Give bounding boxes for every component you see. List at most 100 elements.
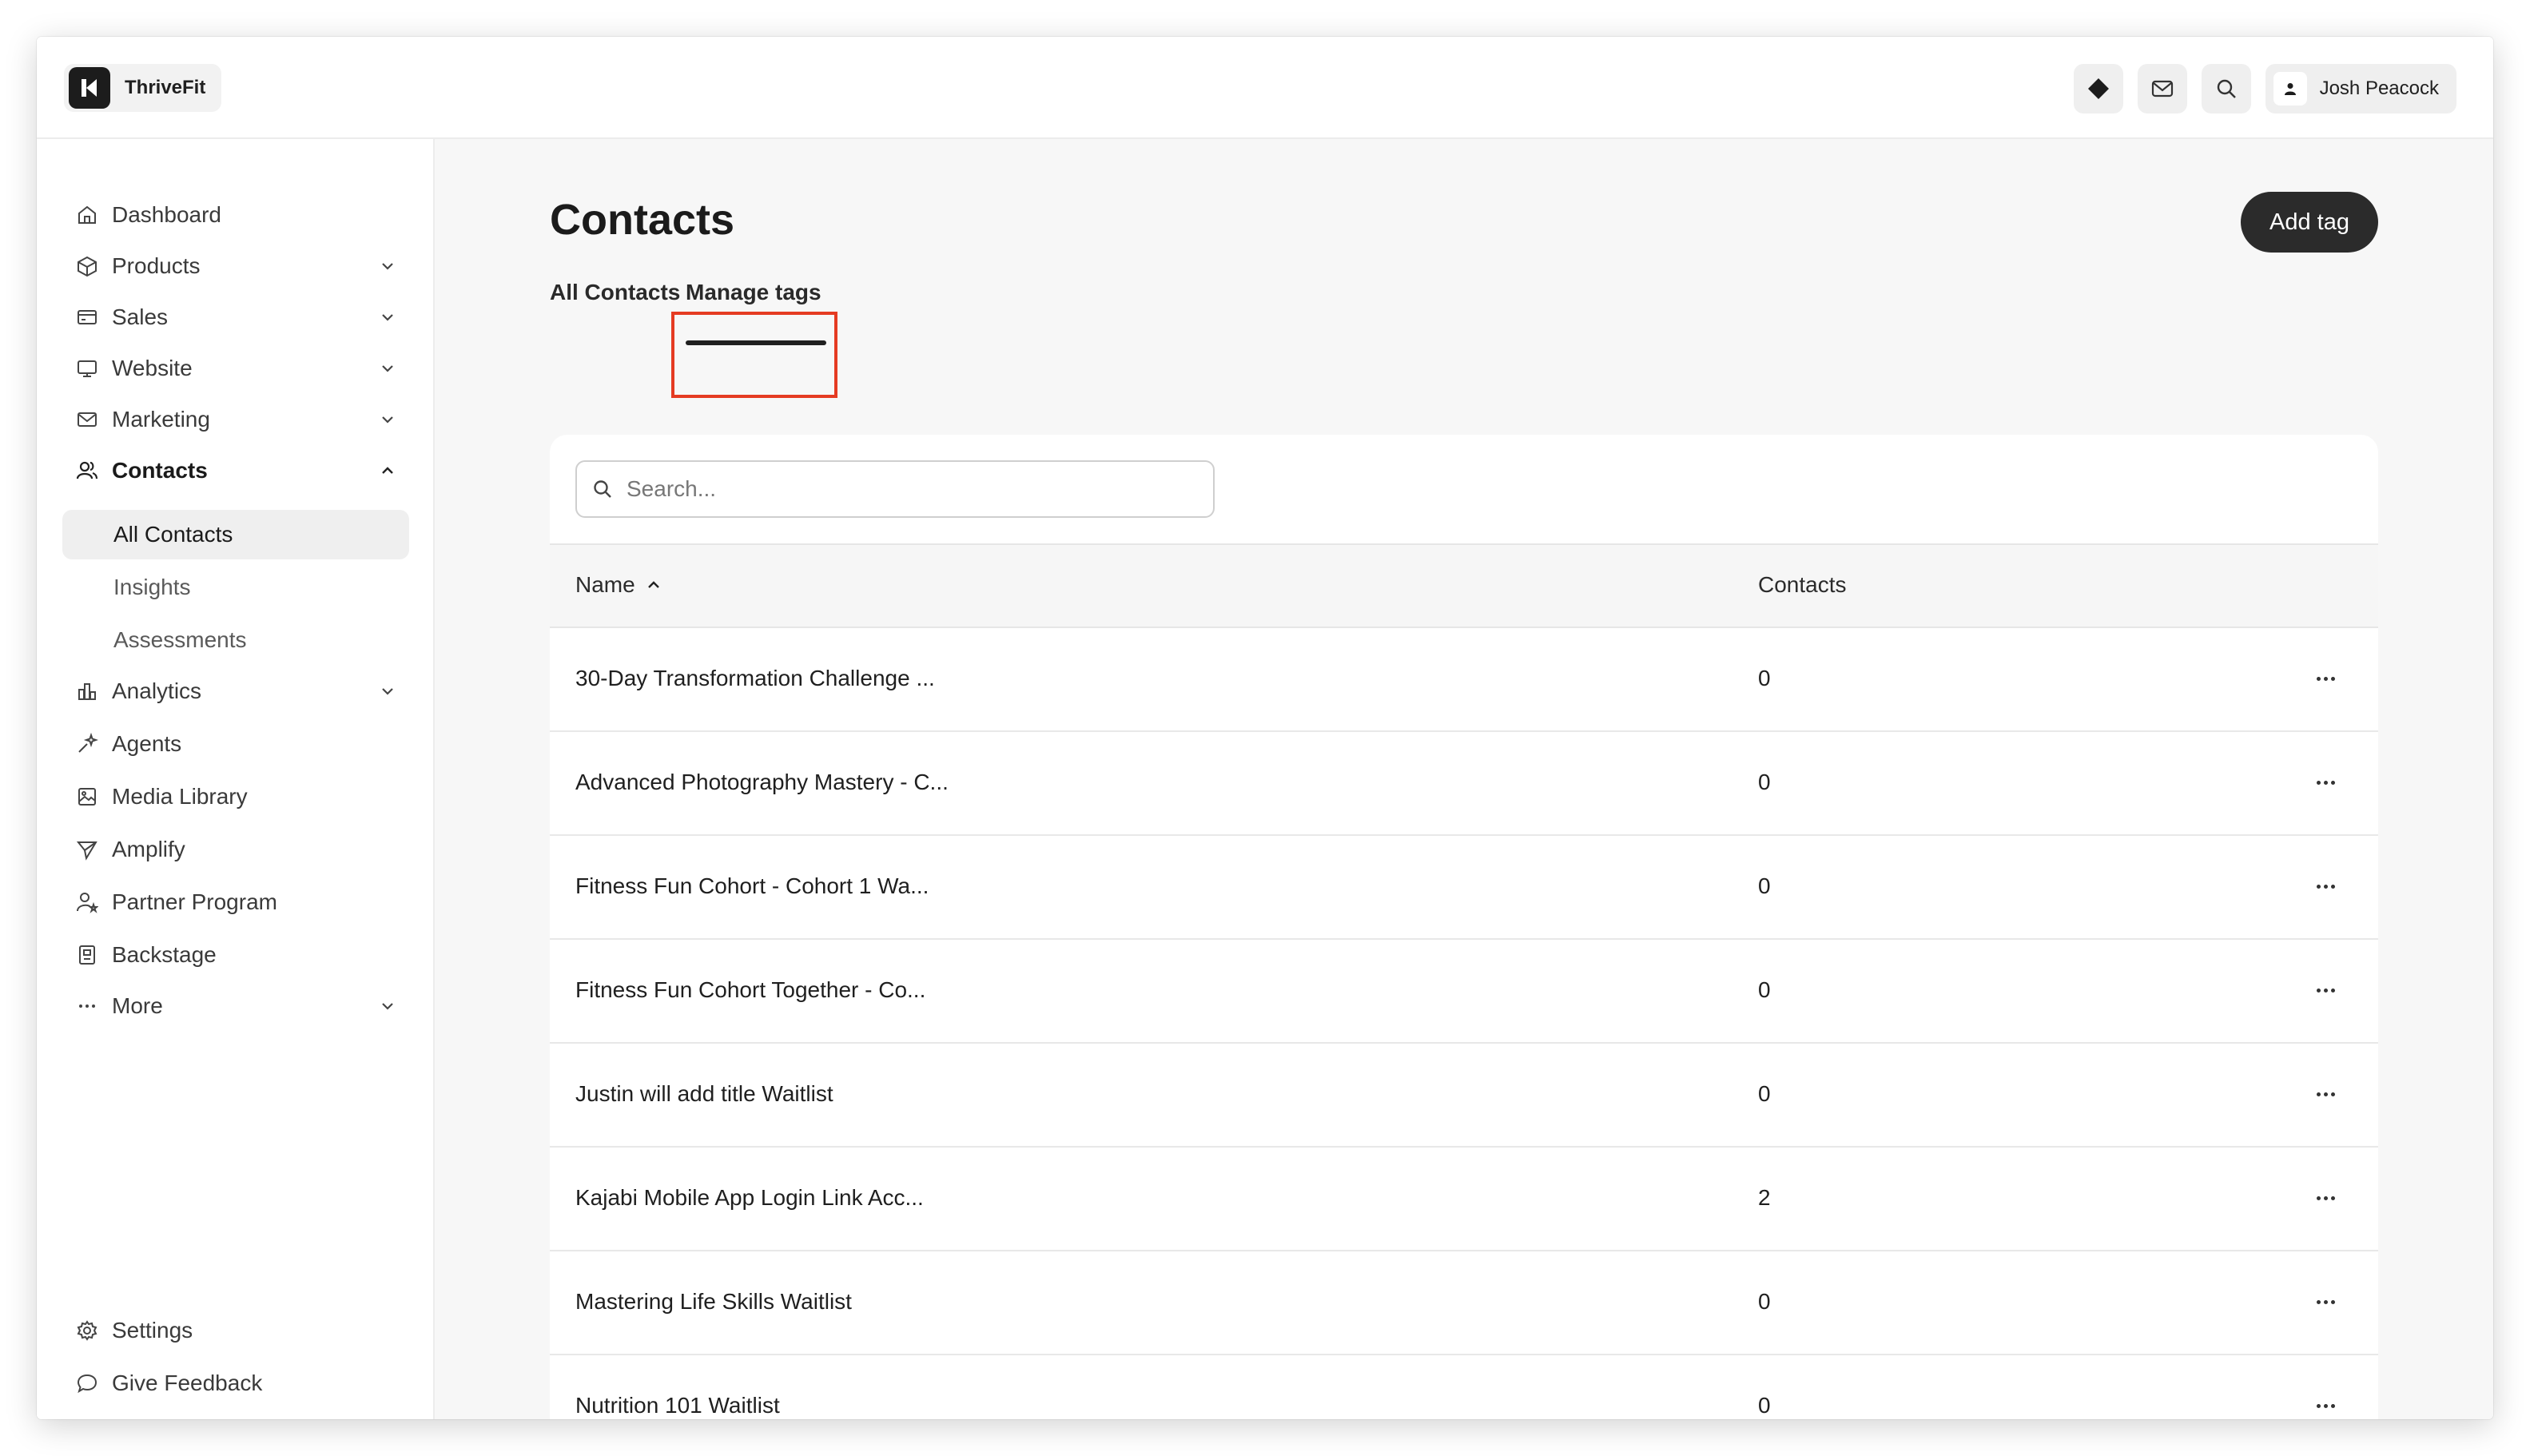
table-header: Name Contacts <box>550 543 2378 628</box>
table-row[interactable]: 30-Day Transformation Challenge ... 0 <box>550 628 2378 732</box>
box-icon <box>75 254 99 278</box>
sidebar-item-marketing[interactable]: Marketing <box>62 395 409 444</box>
row-more-menu-icon[interactable] <box>2309 1290 2341 1314</box>
send-icon <box>75 837 99 861</box>
tag-name: Fitness Fun Cohort - Cohort 1 Wa... <box>575 873 929 898</box>
sidebar-item-label: Sales <box>112 304 169 329</box>
tag-name: Advanced Photography Mastery - C... <box>575 770 949 794</box>
chevron-down-icon <box>376 356 400 380</box>
sort-ascending-icon <box>647 581 659 588</box>
sidebar-item-settings[interactable]: Settings <box>62 1306 409 1355</box>
row-more-menu-icon[interactable] <box>2309 1394 2341 1418</box>
search-icon <box>594 480 611 498</box>
top-actions: Josh Peacock <box>2073 64 2456 113</box>
brand-switcher[interactable]: ThriveFit <box>64 64 222 112</box>
row-more-menu-icon[interactable] <box>2309 1186 2341 1210</box>
sidebar-item-media-library[interactable]: Media Library <box>62 772 409 821</box>
chevron-down-icon <box>376 408 400 432</box>
column-header-label: Name <box>575 572 635 597</box>
search-button[interactable] <box>2201 64 2251 113</box>
sidebar-item-partner-program[interactable]: Partner Program <box>62 877 409 927</box>
search-field[interactable] <box>575 460 1215 518</box>
tag-name: 30-Day Transformation Challenge ... <box>575 666 935 690</box>
sidebar-item-label: Amplify <box>112 837 185 861</box>
sidebar-item-dashboard[interactable]: Dashboard <box>62 190 409 240</box>
credit-card-icon <box>75 305 99 329</box>
table-row[interactable]: Nutrition 101 Waitlist 0 <box>550 1355 2378 1419</box>
add-tag-button[interactable]: Add tag <box>2241 192 2378 253</box>
sidebar-subitem-insights[interactable]: Insights <box>62 563 409 612</box>
avatar <box>2273 72 2307 105</box>
table-row[interactable]: Fitness Fun Cohort - Cohort 1 Wa... 0 <box>550 836 2378 940</box>
sidebar-item-label: More <box>112 993 163 1018</box>
page-title: Contacts <box>550 196 735 244</box>
monitor-icon <box>75 356 99 380</box>
row-more-menu-icon[interactable] <box>2309 770 2341 794</box>
sidebar-item-agents[interactable]: Agents <box>62 719 409 769</box>
row-more-menu-icon[interactable] <box>2309 666 2341 690</box>
sidebar-subitem-all-contacts[interactable]: All Contacts <box>62 510 409 559</box>
message-icon <box>75 1371 99 1395</box>
sidebar-item-give-feedback[interactable]: Give Feedback <box>62 1359 409 1408</box>
row-more-menu-icon[interactable] <box>2309 978 2341 1002</box>
sidebar-item-more[interactable]: More <box>62 981 409 1031</box>
sidebar-item-label: Marketing <box>112 407 210 432</box>
sidebar-item-label: Products <box>112 253 201 278</box>
row-more-menu-icon[interactable] <box>2309 874 2341 898</box>
sidebar-item-contacts[interactable]: Contacts <box>62 446 409 495</box>
tag-name: Mastering Life Skills Waitlist <box>575 1289 852 1314</box>
tag-contact-count: 2 <box>1758 1185 1771 1210</box>
tab-manage-tags[interactable]: Manage tags <box>686 280 821 305</box>
user-star-icon <box>75 890 99 914</box>
home-icon <box>75 203 99 227</box>
search-input[interactable] <box>627 476 1170 502</box>
tag-contact-count: 0 <box>1758 977 1771 1002</box>
sidebar-item-label: Analytics <box>112 678 202 703</box>
sidebar-item-label: Agents <box>112 731 182 756</box>
column-header-contacts[interactable]: Contacts <box>1758 572 1847 598</box>
sidebar-item-label: Backstage <box>112 942 217 967</box>
top-bar: ThriveFit Josh Peacock <box>37 37 2493 139</box>
tags-table-card: Name Contacts 30-Day Transformation Chal… <box>550 435 2378 1419</box>
sidebar-item-label: Contacts <box>112 458 208 483</box>
table-row[interactable]: Mastering Life Skills Waitlist 0 <box>550 1251 2378 1355</box>
sidebar-subitem-assessments[interactable]: Assessments <box>62 615 409 665</box>
mail-icon <box>2151 80 2173 97</box>
dots-icon <box>75 994 99 1018</box>
sidebar-item-label: Partner Program <box>112 889 277 914</box>
sidebar-item-backstage[interactable]: Backstage <box>62 930 409 980</box>
bar-chart-icon <box>75 679 99 703</box>
table-row[interactable]: Justin will add title Waitlist 0 <box>550 1044 2378 1148</box>
user-menu-button[interactable]: Josh Peacock <box>2265 64 2456 113</box>
user-name: Josh Peacock <box>2319 78 2439 99</box>
tag-name: Justin will add title Waitlist <box>575 1081 833 1106</box>
table-row[interactable]: Kajabi Mobile App Login Link Acc... 2 <box>550 1148 2378 1251</box>
chevron-up-icon <box>376 459 400 483</box>
sidebar-item-label: Website <box>112 356 193 380</box>
tag-name: Nutrition 101 Waitlist <box>575 1393 780 1418</box>
badge-icon <box>75 943 99 967</box>
sidebar-item-analytics[interactable]: Analytics <box>62 666 409 716</box>
users-icon <box>75 459 99 483</box>
sparkle-icon <box>75 732 99 756</box>
mail-icon <box>75 408 99 432</box>
table-row[interactable]: Advanced Photography Mastery - C... 0 <box>550 732 2378 836</box>
sidebar-item-website[interactable]: Website <box>62 344 409 393</box>
tag-contact-count: 0 <box>1758 1289 1771 1314</box>
sidebar-item-sales[interactable]: Sales <box>62 292 409 342</box>
sidebar-subitem-label: Insights <box>113 575 191 599</box>
row-more-menu-icon[interactable] <box>2309 1082 2341 1106</box>
sidebar-subitem-label: Assessments <box>113 627 247 652</box>
search-icon <box>2217 79 2236 98</box>
brand-logo-icon <box>69 67 110 109</box>
sidebar-item-amplify[interactable]: Amplify <box>62 825 409 874</box>
tab-all-contacts[interactable]: All Contacts <box>550 280 680 305</box>
sidebar: Dashboard Products Sales Website Marketi… <box>37 139 435 1419</box>
tag-contact-count: 0 <box>1758 1393 1771 1418</box>
sidebar-item-products[interactable]: Products <box>62 241 409 291</box>
column-header-name[interactable]: Name <box>575 572 662 598</box>
diamond-button[interactable] <box>2073 64 2123 113</box>
table-row[interactable]: Fitness Fun Cohort Together - Co... 0 <box>550 940 2378 1044</box>
inbox-button[interactable] <box>2137 64 2187 113</box>
user-icon <box>2284 83 2296 95</box>
